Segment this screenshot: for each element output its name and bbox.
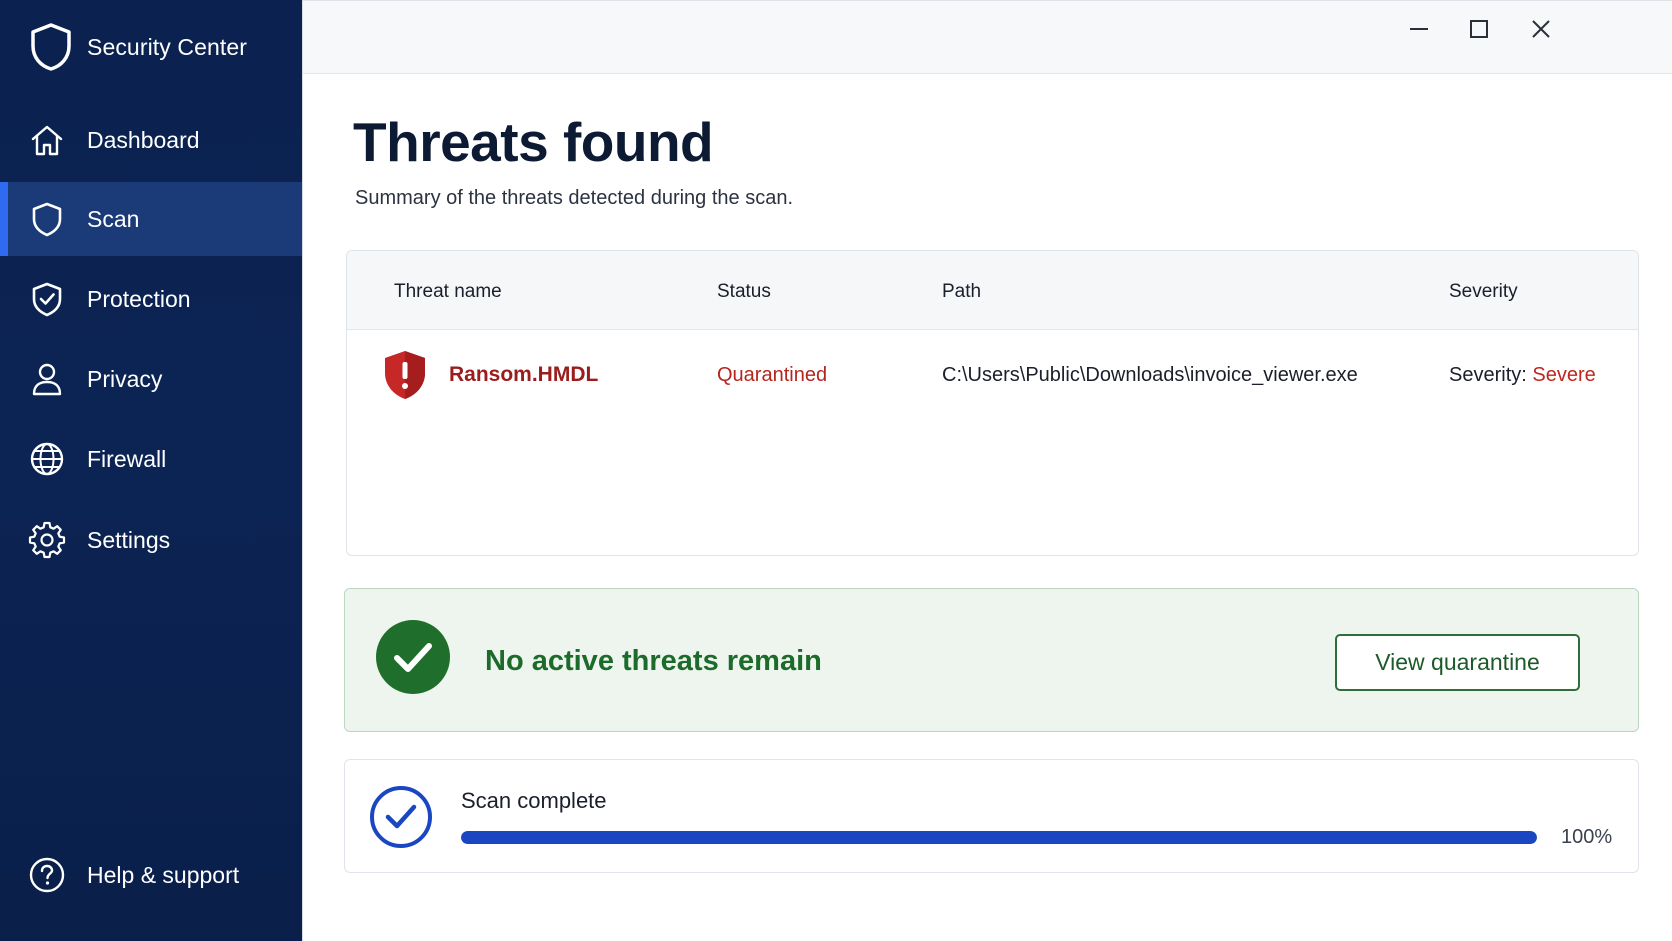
column-header-threat-name: Threat name	[394, 281, 502, 302]
sidebar-item-settings[interactable]: Settings	[0, 503, 302, 577]
maximize-button[interactable]	[1463, 13, 1495, 45]
gear-icon	[27, 520, 67, 560]
severity-label: Severity:	[1449, 364, 1527, 386]
check-circle-icon	[376, 620, 450, 694]
minimize-icon	[1410, 28, 1428, 30]
sidebar-item-label: Scan	[87, 205, 140, 232]
sidebar: Security Center Dashboard Scan Protectio…	[0, 0, 302, 941]
sidebar-item-label: Firewall	[87, 445, 167, 472]
column-header-path: Path	[942, 281, 982, 302]
minimize-button[interactable]	[1403, 13, 1435, 45]
help-circle-icon	[27, 855, 67, 895]
threat-name[interactable]: Ransom.HMDL	[449, 363, 598, 387]
home-icon	[27, 120, 67, 160]
person-icon	[27, 359, 67, 399]
page-subtitle: Summary of the threats detected during t…	[355, 187, 794, 209]
app-title: Security Center	[87, 33, 248, 60]
app-brand: Security Center	[29, 22, 247, 72]
maximize-icon	[1470, 20, 1488, 38]
scan-progress-percent: 100%	[1561, 826, 1613, 848]
sidebar-item-protection[interactable]: Protection	[0, 262, 302, 336]
sidebar-item-label: Dashboard	[87, 126, 200, 153]
window-titlebar	[303, 0, 1672, 74]
sidebar-item-dashboard[interactable]: Dashboard	[0, 103, 302, 177]
scan-status-label: Scan complete	[461, 788, 607, 813]
threat-shield-icon	[385, 351, 425, 399]
table-header: Threat name Status Path Severity	[347, 251, 1638, 330]
status-banner: No active threats remain View quarantine	[344, 588, 1639, 732]
severity-value: Severe	[1532, 364, 1596, 386]
scan-status-card: Scan complete 100%	[344, 759, 1639, 873]
threats-table: Threat name Status Path Severity Ransom.…	[346, 250, 1639, 556]
shield-check-icon	[27, 279, 67, 319]
globe-icon	[27, 439, 67, 479]
help-support-label: Help & support	[87, 861, 240, 888]
sidebar-item-help[interactable]: Help & support	[0, 838, 302, 912]
sidebar-item-firewall[interactable]: Firewall	[0, 422, 302, 496]
shield-icon	[27, 199, 67, 239]
column-header-status: Status	[717, 281, 771, 302]
sidebar-item-label: Privacy	[87, 365, 163, 392]
sidebar-item-scan[interactable]: Scan	[0, 182, 302, 256]
view-quarantine-button[interactable]: View quarantine	[1335, 634, 1580, 691]
sidebar-item-label: Protection	[87, 285, 191, 312]
page-title: Threats found	[353, 111, 714, 173]
threat-status: Quarantined	[717, 364, 828, 386]
close-icon	[1532, 20, 1550, 38]
check-circle-outline-icon	[370, 786, 432, 848]
main-content: Threats found Summary of the threats det…	[302, 0, 1672, 941]
sidebar-item-label: Settings	[87, 526, 171, 553]
status-banner-text: No active threats remain	[485, 645, 822, 677]
scan-progress-bar	[461, 831, 1537, 844]
threat-severity: Severity: Severe	[1449, 364, 1596, 387]
scan-progress-fill	[461, 831, 1537, 844]
column-header-severity: Severity	[1449, 281, 1518, 302]
sidebar-item-privacy[interactable]: Privacy	[0, 342, 302, 416]
threat-path: C:\Users\Public\Downloads\invoice_viewer…	[942, 364, 1358, 386]
shield-logo-icon	[31, 23, 71, 71]
close-button[interactable]	[1525, 13, 1557, 45]
